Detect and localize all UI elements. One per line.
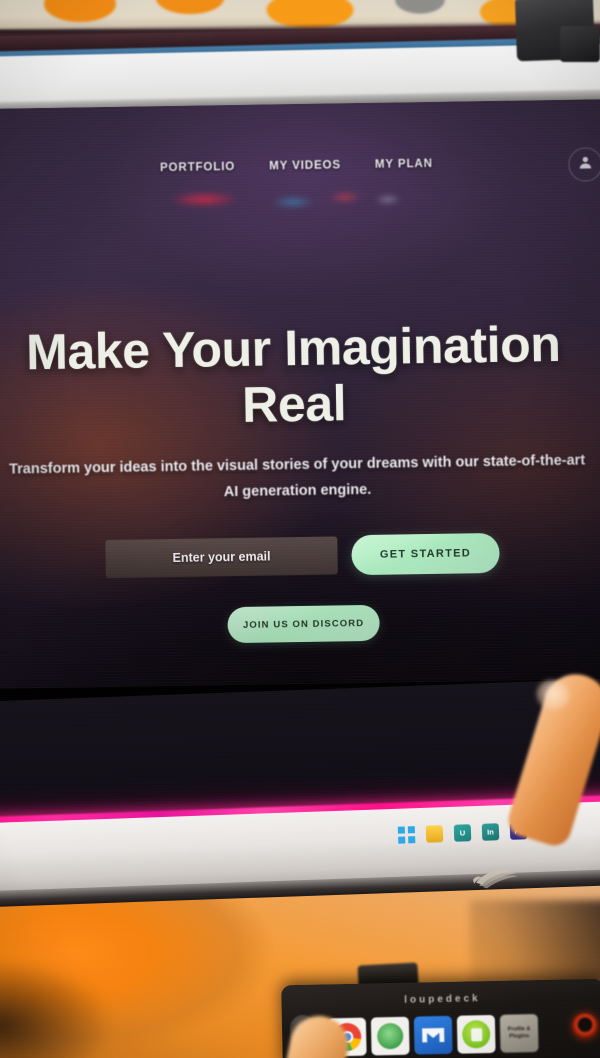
photo-scene: PORTFOLIO MY VIDEOS MY PLAN Make Your Im… [0, 0, 600, 1058]
account-button[interactable] [568, 147, 600, 182]
user-icon [577, 154, 593, 175]
headline-line-1: Make Your Imagination [25, 315, 561, 381]
signup-row: Enter your email GET STARTED [0, 531, 600, 581]
monitor-screen: PORTFOLIO MY VIDEOS MY PLAN Make Your Im… [0, 99, 600, 689]
app-u-icon[interactable]: U [453, 824, 472, 842]
get-started-button[interactable]: GET STARTED [351, 532, 500, 576]
windows-start-icon[interactable] [397, 826, 416, 844]
file-explorer-icon[interactable] [425, 825, 444, 843]
background-glow-red [168, 190, 240, 209]
hero-subtext: Transform your ideas into the visual sto… [0, 447, 600, 510]
mail-icon [422, 1028, 444, 1042]
background-glow-white [374, 194, 402, 205]
cylinder-app-icon-inner [471, 1028, 483, 1042]
mail-key[interactable] [413, 1015, 453, 1055]
nav-item-portfolio[interactable]: PORTFOLIO [160, 161, 235, 174]
monitor-arm-joint [560, 26, 600, 62]
nav-item-my-plan[interactable]: MY PLAN [375, 158, 433, 171]
join-discord-button[interactable]: JOIN US ON DISCORD [227, 604, 380, 644]
headline-line-2: Real [241, 375, 347, 433]
desk-shadow-left [0, 960, 110, 1058]
discord-row: JOIN US ON DISCORD [0, 601, 600, 647]
loupedeck-brand-label: loupedeck [404, 993, 481, 1006]
nav-item-my-videos[interactable]: MY VIDEOS [269, 159, 341, 172]
green-app-key[interactable] [370, 1016, 410, 1056]
loupedeck-power-knob[interactable] [571, 1012, 599, 1040]
rog-eye-logo [470, 865, 523, 893]
app-in-icon[interactable]: In [481, 823, 500, 841]
cylinder-app-key[interactable] [456, 1014, 496, 1054]
loupedeck-key-row: Profile & Plugins [327, 1014, 539, 1057]
green-app-icon [376, 1022, 404, 1050]
background-glow-blue [270, 195, 316, 209]
profile-plugins-key[interactable]: Profile & Plugins [499, 1014, 539, 1053]
website-page: PORTFOLIO MY VIDEOS MY PLAN Make Your Im… [0, 99, 600, 689]
main-nav: PORTFOLIO MY VIDEOS MY PLAN [0, 155, 600, 177]
page-title: Make Your Imagination Real [0, 315, 600, 438]
email-input[interactable]: Enter your email [105, 536, 338, 579]
background-glow-pink [327, 191, 363, 204]
